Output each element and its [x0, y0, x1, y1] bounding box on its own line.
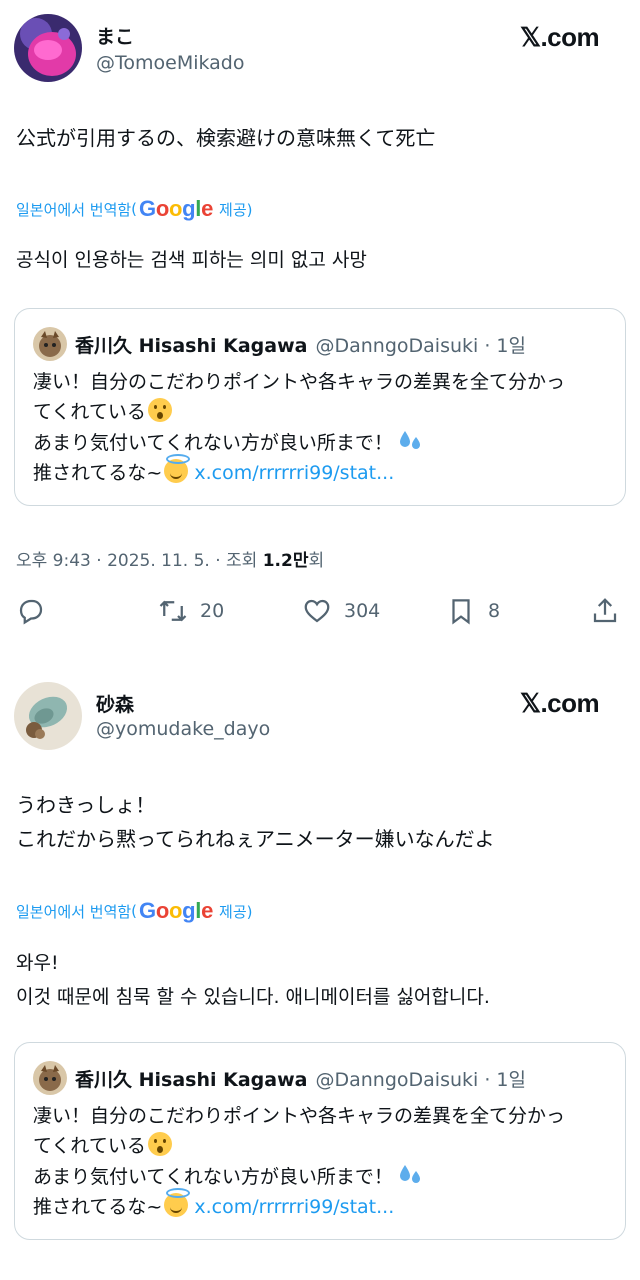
bookmark-icon	[452, 599, 470, 625]
avatar[interactable]	[14, 14, 82, 82]
like-count: 304	[344, 600, 381, 622]
x-logo: 𝕏.com	[520, 22, 600, 52]
quoted-line: てくれている	[33, 1131, 613, 1161]
quoted-text: 凄い！自分のこだわりポイントや各キャラの差異を全て分かっ てくれている あまり気…	[33, 367, 613, 488]
google-letter: o	[168, 196, 183, 221]
view-count: 1.2만	[262, 551, 309, 571]
translation-label[interactable]: 일본어에서 번역함 ( Google 제공)	[16, 898, 252, 924]
user-handle[interactable]: @yomudake_dayo	[96, 718, 270, 740]
sweat-drops-icon	[399, 1165, 420, 1183]
reply-icon	[19, 599, 43, 625]
quoted-line: てくれている	[33, 397, 613, 427]
google-letter: e	[201, 196, 214, 221]
avatar[interactable]	[14, 682, 82, 750]
google-letter: G	[139, 898, 156, 923]
google-letter: o	[168, 898, 183, 923]
smiling-face-with-halo-icon	[164, 1188, 191, 1217]
quoted-line: あまり気付いてくれない方が良い所まで！	[33, 427, 613, 458]
quoted-display-name: 香川久 Hisashi Kagawa	[75, 1068, 308, 1091]
display-name[interactable]: まこ	[96, 22, 134, 49]
quoted-line-text: てくれている	[33, 1135, 146, 1157]
quoted-line-text: あまり気付いてくれない方が良い所まで！	[33, 432, 393, 454]
translation-paren: (	[131, 200, 138, 218]
google-letter: o	[155, 898, 169, 923]
translation-paren: (	[131, 902, 138, 920]
quoted-line: 推されてるな~ x.com/rrrrrri99/stat...	[33, 1188, 613, 1222]
view-suffix: 회	[308, 551, 325, 571]
tweet-text: 公式が引用するの、検索避けの意味無くて死亡	[16, 126, 436, 150]
heart-icon	[304, 599, 330, 623]
translation-prefix: 일본어에서 번역함	[16, 902, 132, 921]
sweat-drops-icon	[399, 431, 420, 449]
tweet-timestamp[interactable]: 오후 9:43 · 2025. 11. 5. · 조회 1.2만회	[16, 546, 324, 571]
translation-prefix: 일본어에서 번역함	[16, 200, 132, 219]
translation-suffix: 제공)	[219, 200, 253, 219]
quoted-line-text: 推されてるな~	[33, 1196, 163, 1218]
translation-suffix: 제공)	[219, 902, 253, 921]
translated-text: 공식이 인용하는 검색 피하는 의미 없고 사망	[16, 249, 367, 271]
share-icon	[593, 598, 617, 623]
retweet-button[interactable]: 20	[158, 596, 224, 626]
surprised-face-icon	[147, 398, 172, 422]
quoted-line-text: あまり気付いてくれない方が良い所まで！	[33, 1166, 393, 1188]
smiling-face-with-halo-icon	[164, 454, 191, 483]
google-logo: Google	[139, 898, 213, 924]
google-letter: g	[182, 196, 196, 221]
quoted-line: 凄い！自分のこだわりポイントや各キャラの差異を全て分かっ	[33, 371, 566, 393]
quoted-display-name: 香川久 Hisashi Kagawa	[75, 334, 308, 357]
quoted-tweet-header: 香川久 Hisashi Kagawa @DanngoDaisuki · 1일	[33, 327, 526, 361]
surprised-face-icon	[147, 1132, 172, 1156]
x-logo: 𝕏.com	[520, 688, 600, 718]
google-logo: Google	[139, 196, 213, 222]
translation-label[interactable]: 일본어에서 번역함 ( Google 제공)	[16, 196, 252, 222]
tweet-text: うわきっしょ！ これだから黙ってられねぇアニメーター嫌いなんだよ	[16, 793, 495, 851]
retweet-icon	[159, 600, 187, 622]
quoted-tweet[interactable]: 香川久 Hisashi Kagawa @DanngoDaisuki · 1일 凄…	[14, 1042, 626, 1240]
quoted-avatar	[33, 1061, 67, 1095]
quoted-line: 推されてるな~ x.com/rrrrrri99/stat...	[33, 454, 613, 488]
quoted-handle: @DanngoDaisuki · 1일	[315, 1068, 526, 1091]
action-bar: 20 304 8	[0, 594, 640, 634]
timestamp-text: 오후 9:43 · 2025. 11. 5. · 조회	[16, 551, 263, 571]
user-handle[interactable]: @TomoeMikado	[96, 52, 245, 74]
google-letter: G	[139, 196, 156, 221]
quoted-link[interactable]: x.com/rrrrrri99/stat...	[194, 462, 394, 484]
google-letter: e	[201, 898, 214, 923]
quoted-line-text: 推されてるな~	[33, 462, 163, 484]
bookmark-count: 8	[488, 600, 501, 622]
reply-button[interactable]	[16, 596, 46, 626]
bookmark-button[interactable]: 8	[446, 596, 500, 626]
quoted-tweet-header: 香川久 Hisashi Kagawa @DanngoDaisuki · 1일	[33, 1061, 526, 1095]
quoted-line-text: てくれている	[33, 401, 146, 423]
google-letter: o	[155, 196, 169, 221]
translated-text: 와우! 이것 때문에 침묵 할 수 있습니다. 애니메이터를 싫어합니다.	[16, 952, 490, 1008]
quoted-tweet[interactable]: 香川久 Hisashi Kagawa @DanngoDaisuki · 1일 凄…	[14, 308, 626, 506]
quoted-avatar	[33, 327, 67, 361]
quoted-text: 凄い！自分のこだわりポイントや各キャラの差異を全て分かっ てくれている あまり気…	[33, 1101, 613, 1222]
display-name[interactable]: 砂森	[96, 690, 134, 717]
quoted-line: 凄い！自分のこだわりポイントや各キャラの差異を全て分かっ	[33, 1105, 566, 1127]
retweet-count: 20	[200, 600, 225, 622]
quoted-link[interactable]: x.com/rrrrrri99/stat...	[194, 1196, 394, 1218]
share-button[interactable]	[590, 596, 620, 626]
quoted-line: あまり気付いてくれない方が良い所まで！	[33, 1161, 613, 1192]
quoted-handle: @DanngoDaisuki · 1일	[315, 334, 526, 357]
google-letter: g	[182, 898, 196, 923]
like-button[interactable]: 304	[302, 596, 380, 626]
